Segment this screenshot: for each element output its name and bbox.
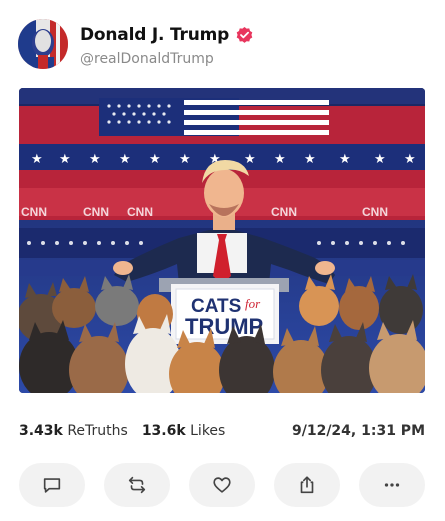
avatar-image: [18, 19, 68, 69]
svg-text:★: ★: [149, 151, 161, 166]
likes-stat[interactable]: 13.6k Likes: [142, 423, 226, 439]
svg-text:★: ★: [119, 151, 131, 166]
podium-text-for: for: [245, 296, 261, 311]
handle[interactable]: @realDonaldTrump: [80, 51, 214, 67]
more-icon: [384, 483, 400, 487]
like-icon: [213, 477, 231, 493]
verified-badge-icon: [236, 26, 253, 43]
share-button[interactable]: [274, 463, 340, 507]
more-options-button[interactable]: [359, 463, 425, 507]
action-bar: [19, 463, 425, 507]
retruths-stat[interactable]: 3.43k ReTruths: [19, 423, 128, 439]
retruths-count: 3.43k: [19, 423, 63, 439]
svg-text:★: ★: [404, 151, 416, 166]
banner-text: CNN: [127, 205, 153, 219]
banner-text: CNN: [362, 205, 388, 219]
cats-for-trump-illustration: ★ ★ ★ ★ ★ ★ ★ ★ ★ ★ ★ ★ ★ CNN CNN CNN CNN CNN CATS f…: [19, 88, 425, 393]
retruth-button[interactable]: [104, 463, 170, 507]
podium-text-trump: TRUMP: [185, 314, 263, 339]
banner-text: CNN: [83, 205, 109, 219]
retruth-icon: [128, 476, 146, 494]
reply-icon: [43, 478, 61, 493]
name-row: Donald J. Trump: [80, 25, 254, 45]
svg-text:★: ★: [274, 151, 286, 166]
svg-text:★: ★: [339, 151, 351, 166]
reply-button[interactable]: [19, 463, 85, 507]
svg-text:★: ★: [374, 151, 386, 166]
retruths-label: ReTruths: [67, 423, 128, 439]
avatar[interactable]: [18, 19, 68, 69]
post-stats: 3.43k ReTruths 13.6k Likes 9/12/24, 1:31…: [19, 423, 425, 439]
svg-text:★: ★: [304, 151, 316, 166]
likes-label: Likes: [190, 423, 226, 439]
svg-text:★: ★: [31, 151, 43, 166]
svg-text:★: ★: [59, 151, 71, 166]
banner-text: CNN: [271, 205, 297, 219]
timestamp[interactable]: 9/12/24, 1:31 PM: [292, 423, 425, 439]
share-icon: [300, 476, 314, 494]
display-name[interactable]: Donald J. Trump: [80, 25, 229, 45]
svg-text:★: ★: [179, 151, 191, 166]
like-button[interactable]: [189, 463, 255, 507]
post-image[interactable]: ★ ★ ★ ★ ★ ★ ★ ★ ★ ★ ★ ★ ★ CNN CNN CNN CNN CNN CATS f…: [19, 88, 425, 393]
post-header: Donald J. Trump @realDonaldTrump: [18, 18, 428, 70]
svg-text:★: ★: [89, 151, 101, 166]
likes-count: 13.6k: [141, 423, 186, 439]
banner-text: CNN: [21, 205, 47, 219]
svg-text:★: ★: [244, 151, 256, 166]
